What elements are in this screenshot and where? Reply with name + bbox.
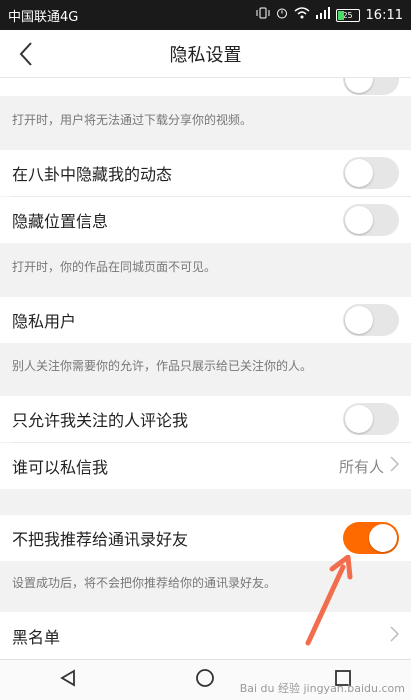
blacklist-label: 黑名单 [12, 628, 61, 647]
scrolled-row [0, 78, 411, 96]
row-who-can-message[interactable]: 谁可以私信我 所有人 [0, 443, 411, 489]
home-circle-icon[interactable] [195, 668, 215, 692]
comment-only-followed-toggle[interactable] [343, 403, 399, 435]
who-can-message-value: 所有人 [338, 457, 384, 476]
status-icons: 25 16:11 [256, 7, 403, 23]
location-note: 打开时，你的作品在同城页面不可见。 [12, 259, 217, 274]
hide-feed-label: 在八卦中隐藏我的动态 [12, 165, 173, 184]
who-can-message-value-group: 所有人 [338, 456, 400, 477]
private-user-toggle[interactable] [343, 304, 399, 336]
no-recommend-contacts-label: 不把我推荐给通讯录好友 [12, 530, 189, 549]
chevron-right-icon [390, 456, 400, 476]
no-recommend-contacts-toggle[interactable] [343, 522, 399, 554]
row-comment-only-followed[interactable]: 只允许我关注的人评论我 [0, 396, 411, 442]
comment-only-followed-label: 只允许我关注的人评论我 [12, 411, 189, 430]
watermark: Bai du 经验 jingyan.baidu.com [239, 682, 405, 695]
wifi-icon [294, 7, 310, 23]
vibrate-icon [256, 7, 270, 23]
hide-location-toggle[interactable] [343, 204, 399, 236]
signal-icon [315, 7, 330, 23]
status-bar: 中国联通4G 25 16:11 [0, 0, 411, 30]
battery-icon: 25 [335, 8, 360, 22]
alarm-icon [276, 7, 288, 23]
hide-feed-toggle[interactable] [343, 157, 399, 189]
scrolled-toggle[interactable] [343, 78, 399, 95]
download-note: 打开时，用户将无法通过下载分享你的视频。 [12, 112, 253, 127]
header: 隐私设置 [0, 30, 411, 78]
row-private-user[interactable]: 隐私用户 [0, 297, 411, 343]
row-hide-feed[interactable]: 在八卦中隐藏我的动态 [0, 150, 411, 196]
annotation-arrow-icon [305, 555, 353, 646]
row-hide-location[interactable]: 隐藏位置信息 [0, 197, 411, 243]
who-can-message-label: 谁可以私信我 [12, 458, 109, 477]
carrier-label: 中国联通4G [8, 9, 79, 25]
page-title: 隐私设置 [169, 44, 242, 66]
chevron-left-icon[interactable] [12, 40, 40, 68]
private-user-label: 隐私用户 [12, 312, 77, 331]
back-triangle-icon[interactable] [59, 669, 77, 691]
private-note: 别人关注你需要你的允许，作品只展示给已关注你的人。 [12, 358, 313, 373]
clock: 16:11 [365, 7, 403, 23]
hide-location-label: 隐藏位置信息 [12, 212, 109, 231]
chevron-right-icon [390, 626, 400, 646]
